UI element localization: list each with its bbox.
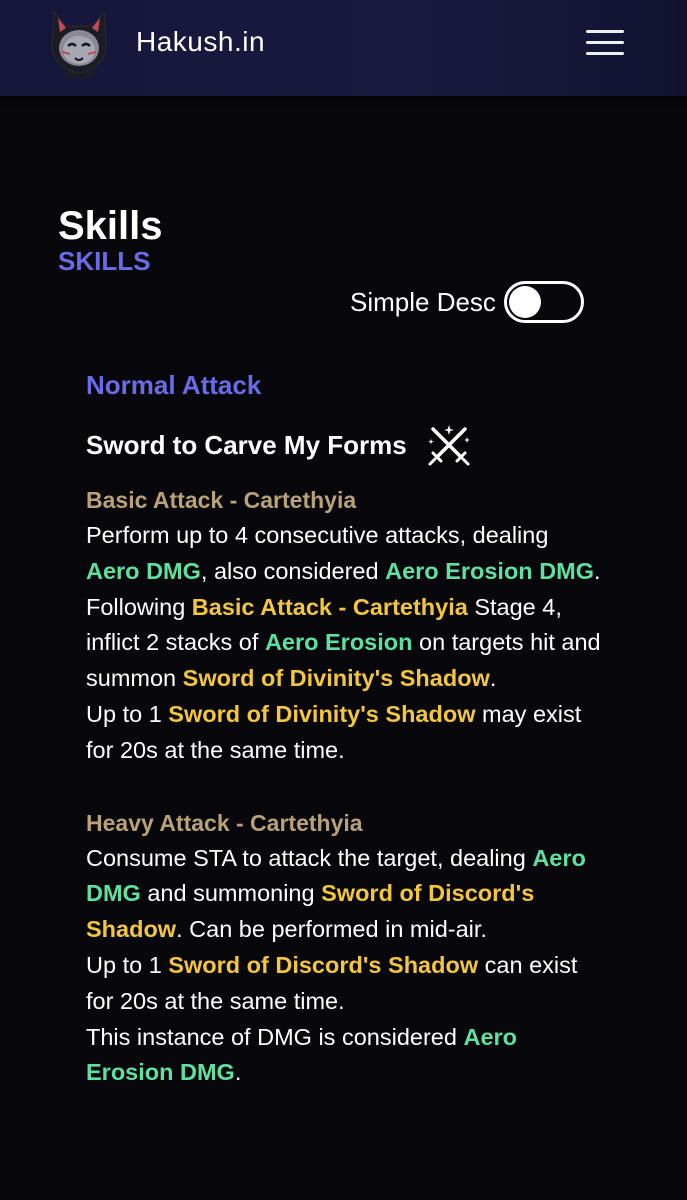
heavy-attack-heading: Heavy Attack - Cartethyia [86, 809, 363, 836]
simple-desc-label: Simple Desc [350, 286, 496, 317]
section-title: Skills [58, 204, 163, 248]
menu-bar [586, 30, 624, 33]
crossed-swords-icon [427, 425, 470, 466]
simple-desc-toggle[interactable] [503, 281, 584, 323]
basic-attack-paragraph-1: Perform up to 4 consecutive attacks, dea… [86, 522, 601, 584]
kitsune-mask-logo-icon[interactable] [46, 8, 112, 78]
heavy-attack-paragraph-3: This instance of DMG is considered Aero … [86, 1023, 518, 1086]
skill-name: Sword to Carve My Forms [86, 429, 407, 460]
site-name[interactable]: Hakush.in [136, 26, 265, 58]
basic-attack-heading: Basic Attack - Cartethyia [86, 487, 357, 513]
toggle-knob [508, 286, 541, 318]
basic-attack-paragraph-2: Following Basic Attack - Cartethyia Stag… [86, 593, 601, 692]
top-nav-bar: Hakush.in [0, 0, 687, 96]
skill-name-row: Sword to Carve My Forms [86, 422, 606, 468]
hamburger-menu-icon[interactable] [586, 28, 624, 58]
section-subtitle: SKILLS [58, 246, 151, 276]
menu-bar [586, 41, 624, 44]
heavy-attack-paragraph-2: Up to 1 Sword of Discord's Shadow can ex… [86, 951, 578, 1014]
menu-bar [586, 52, 624, 55]
heavy-attack-paragraph-1: Consume STA to attack the target, dealin… [86, 844, 586, 943]
basic-attack-paragraph-3: Up to 1 Sword of Divinity's Shadow may e… [86, 700, 582, 763]
simple-desc-toggle-row: Simple Desc [350, 281, 584, 323]
skill-panel: Normal Attack Sword to Carve My Forms Ba… [86, 370, 606, 1091]
skill-type: Normal Attack [86, 370, 262, 400]
